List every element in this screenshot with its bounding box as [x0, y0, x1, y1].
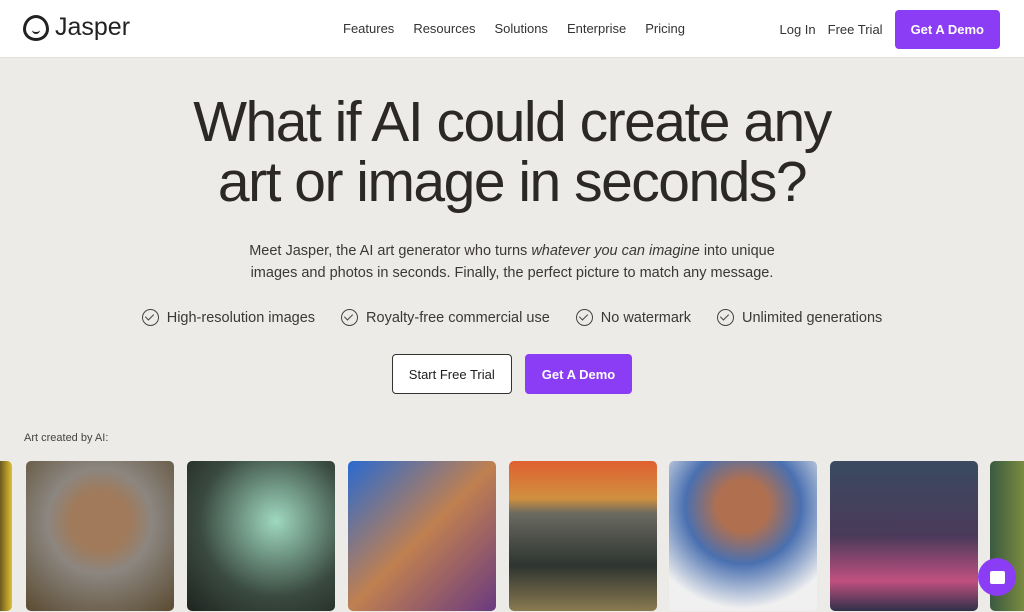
jasper-logo-icon [23, 14, 49, 41]
feature-item: High-resolution images [141, 309, 316, 326]
art-image-bearded-king [26, 461, 174, 611]
sub-text: Meet Jasper, the AI art generator who tu… [249, 243, 532, 259]
hero-title: What if AI could create any art or image … [0, 92, 1024, 212]
sub-text: images and photos in seconds. Finally, t… [250, 265, 774, 281]
check-circle-icon [141, 309, 159, 326]
hero-subtitle: Meet Jasper, the AI art generator who tu… [0, 240, 1024, 284]
check-circle-icon [717, 309, 735, 326]
sub-text: into unique [699, 243, 775, 259]
art-image-partial-yellow [0, 461, 12, 611]
login-link[interactable]: Log In [780, 22, 816, 37]
start-free-trial-button[interactable]: Start Free Trial [391, 354, 512, 394]
check-circle-icon [575, 309, 593, 326]
feature-item: No watermark [575, 309, 692, 326]
feature-label: High-resolution images [166, 309, 316, 326]
nav-resources[interactable]: Resources [413, 21, 475, 36]
brand-name: Jasper [55, 13, 131, 41]
feature-item: Unlimited generations [717, 309, 882, 326]
art-image-ocean-sunset [509, 461, 657, 611]
sub-emphasis: whatever you can imagine [531, 243, 700, 259]
feature-item: Royalty-free commercial use [341, 309, 550, 326]
nav-pricing[interactable]: Pricing [645, 21, 685, 36]
art-image-corgi-running [348, 461, 496, 611]
chat-button[interactable] [978, 558, 1016, 596]
feature-label: Royalty-free commercial use [366, 309, 550, 326]
top-nav: Jasper Features Resources Solutions Ente… [0, 0, 1024, 58]
title-line-1: What if AI could create any [193, 90, 832, 154]
nav-features[interactable]: Features [343, 21, 394, 36]
feature-label: No watermark [600, 309, 692, 326]
nav-enterprise[interactable]: Enterprise [567, 21, 626, 36]
get-demo-button-hero[interactable]: Get A Demo [524, 354, 633, 394]
art-image-man-with-kittens [669, 461, 817, 611]
get-demo-button[interactable]: Get A Demo [894, 10, 1000, 49]
feature-list: High-resolution images Royalty-free comm… [0, 309, 1024, 326]
feature-label: Unlimited generations [742, 309, 883, 326]
check-circle-icon [341, 309, 359, 326]
free-trial-link[interactable]: Free Trial [828, 22, 883, 37]
chat-bubble-icon [989, 570, 1005, 584]
gallery-label: Art created by AI: [24, 432, 109, 444]
art-image-forest-creature [187, 461, 335, 611]
nav-solutions[interactable]: Solutions [494, 21, 547, 36]
logo[interactable]: Jasper [23, 13, 130, 42]
art-image-neon-city-street [830, 461, 978, 611]
title-line-2: art or image in seconds? [217, 150, 808, 214]
